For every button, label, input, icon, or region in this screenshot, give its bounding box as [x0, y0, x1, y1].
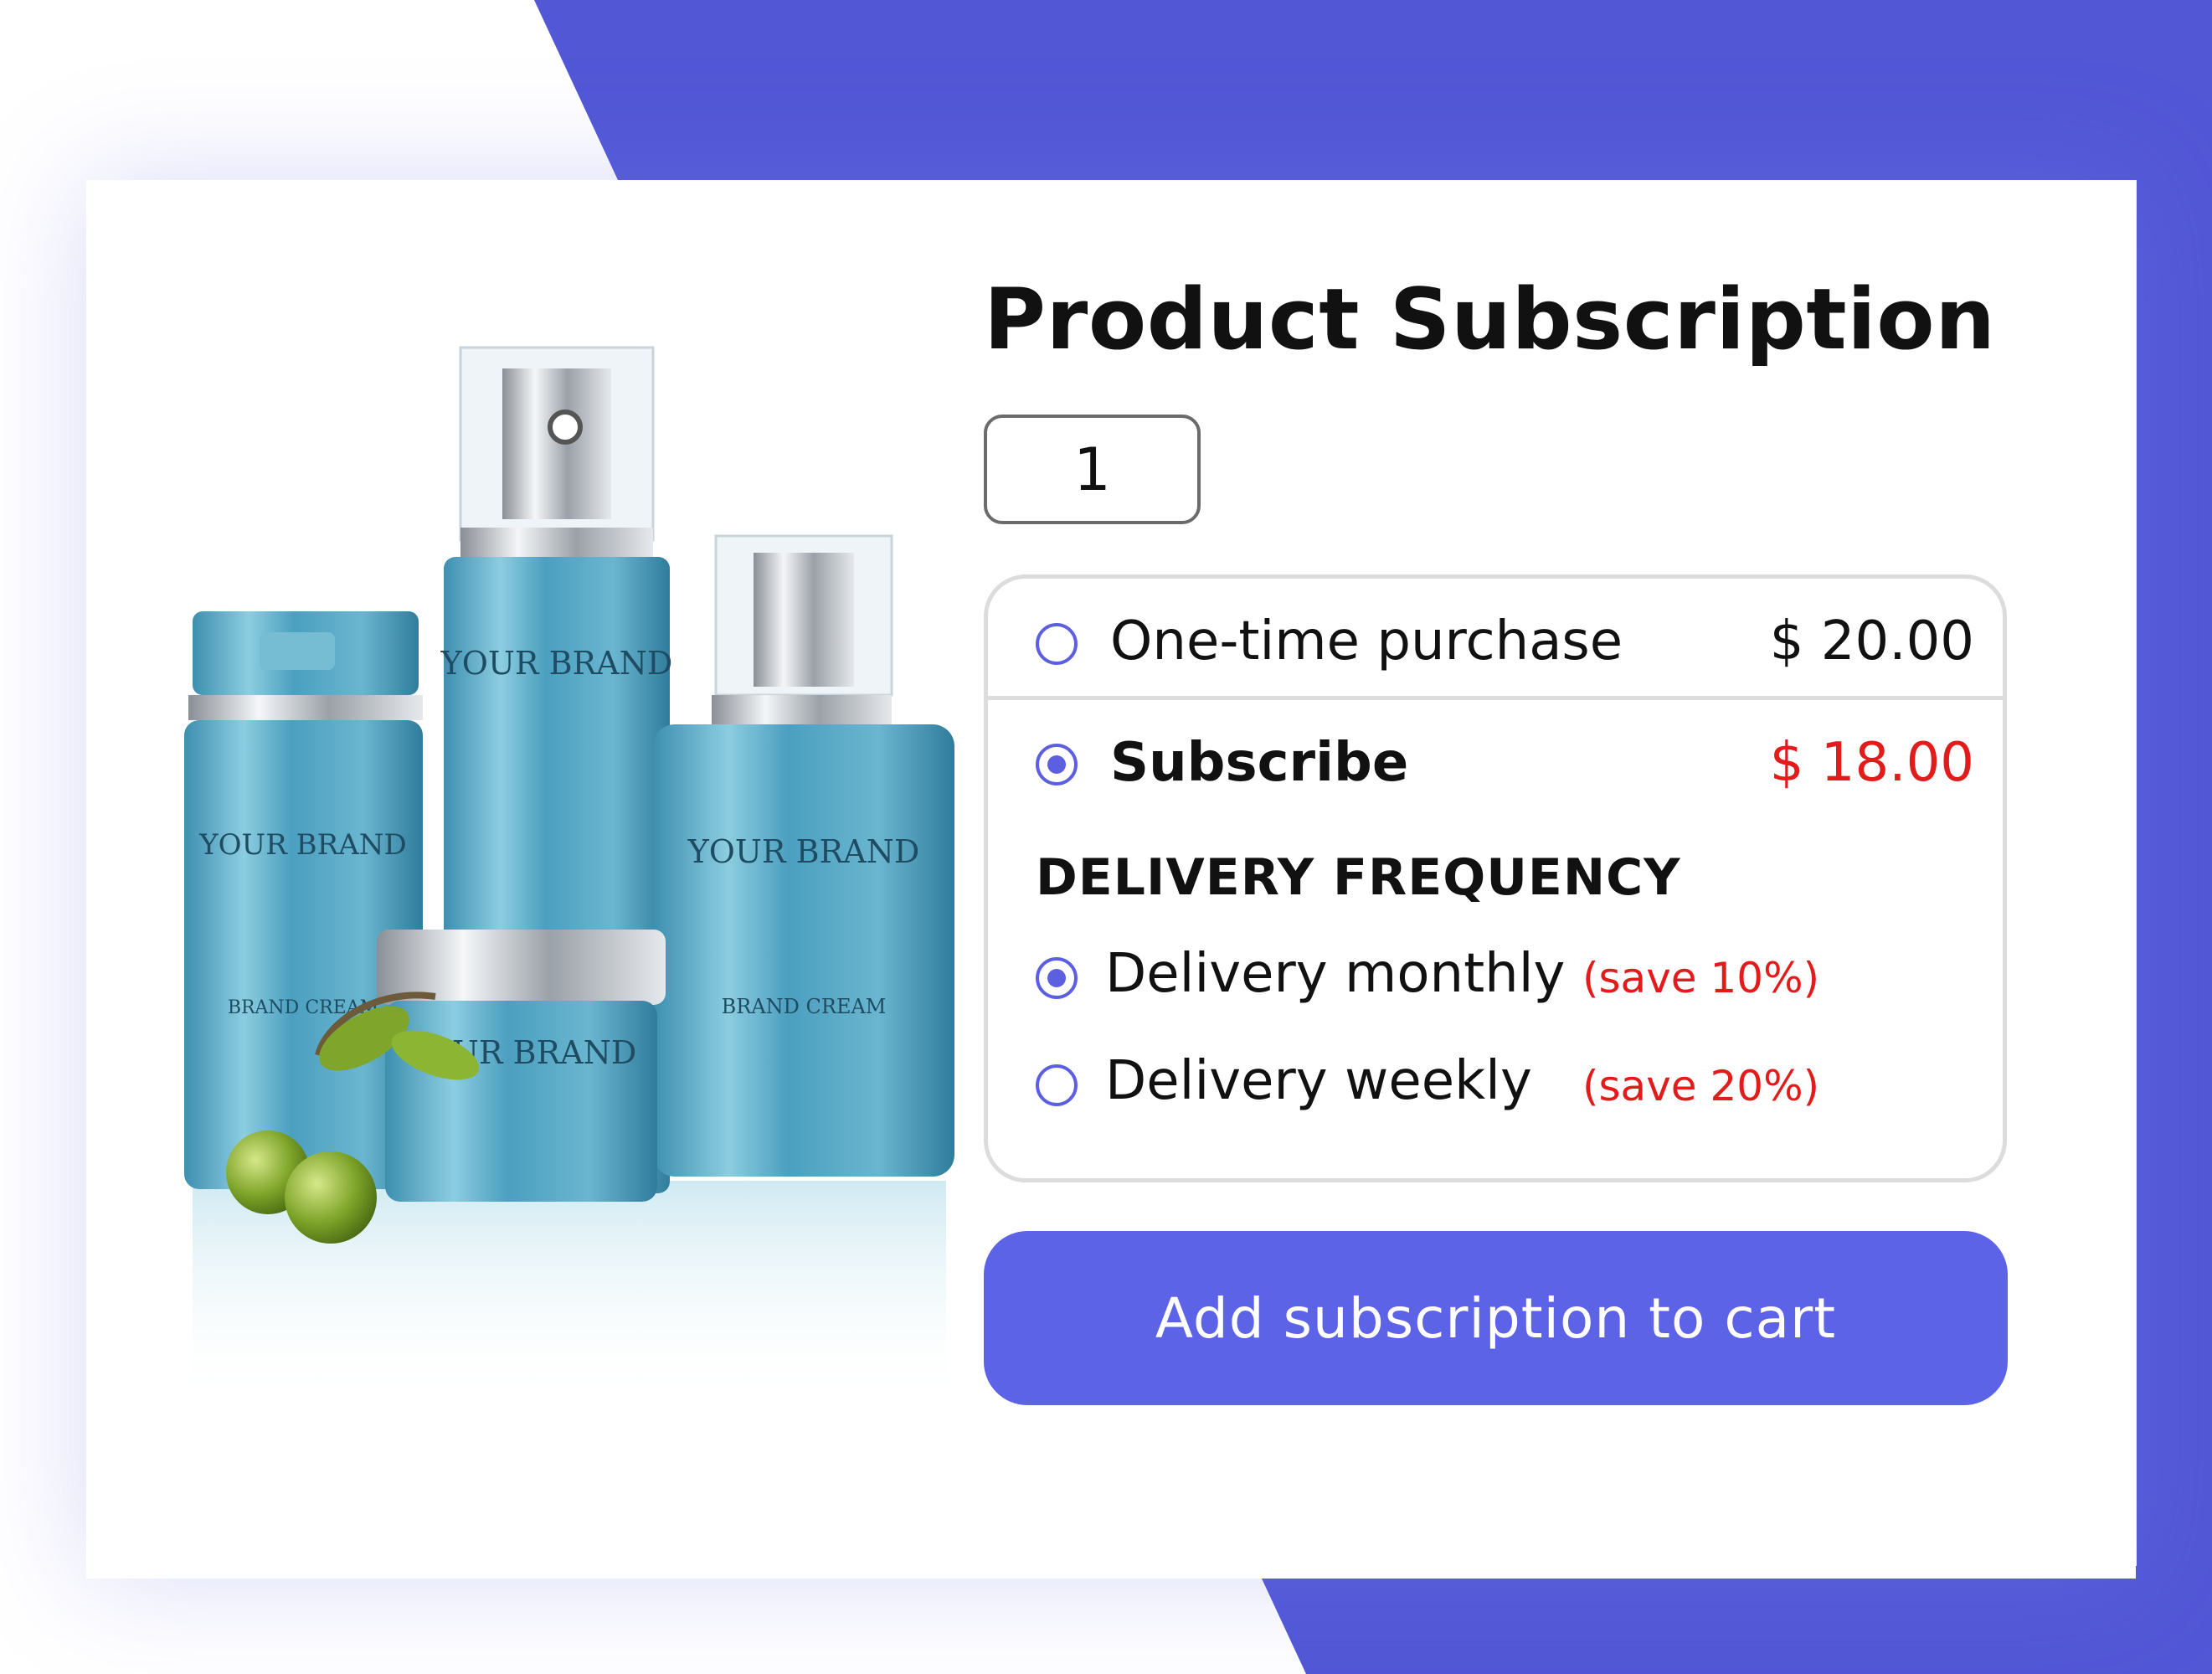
delivery-weekly-radio[interactable] [1036, 1064, 1078, 1106]
quantity-input[interactable]: 1 [984, 415, 1201, 524]
one-time-purchase-label[interactable]: One-time purchase [1110, 610, 1623, 672]
svg-text:YOUR BRAND: YOUR BRAND [687, 833, 920, 870]
delivery-weekly-label[interactable]: Delivery weekly [1105, 1050, 1532, 1112]
one-time-purchase-radio[interactable] [1036, 623, 1078, 665]
product-image: YOUR BRAND BRAND CREAM YOUR BRAND YOUR B… [184, 346, 954, 1407]
options-divider [988, 696, 2003, 700]
page-title: Product Subscription [984, 270, 1996, 368]
svg-text:YOUR BRAND: YOUR BRAND [440, 645, 673, 682]
delivery-monthly-radio[interactable] [1036, 957, 1078, 999]
delivery-monthly-label[interactable]: Delivery monthly [1105, 943, 1565, 1005]
add-subscription-to-cart-button[interactable]: Add subscription to cart [984, 1231, 2008, 1405]
delivery-frequency-heading: DELIVERY FREQUENCY [1036, 848, 1681, 907]
subscribe-radio[interactable] [1036, 744, 1078, 785]
purchase-options-panel: One-time purchase $ 20.00 Subscribe $ 18… [984, 574, 2007, 1182]
svg-text:BRAND CREAM: BRAND CREAM [722, 995, 887, 1018]
delivery-monthly-save: (save 10%) [1582, 954, 1820, 1002]
svg-text:YOUR BRAND: YOUR BRAND [198, 828, 407, 862]
subscribe-price: $ 18.00 [1769, 732, 1974, 794]
one-time-price: $ 20.00 [1769, 610, 1974, 672]
delivery-weekly-save: (save 20%) [1582, 1062, 1820, 1110]
subscribe-label[interactable]: Subscribe [1110, 732, 1408, 794]
